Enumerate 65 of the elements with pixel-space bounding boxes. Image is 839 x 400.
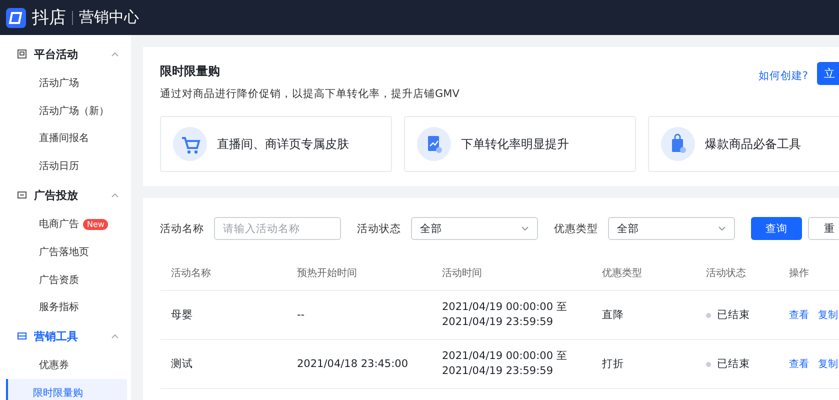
cart-icon [173,127,207,161]
table-cell-text: 测试 [171,357,194,371]
chevron-down-icon [718,226,726,232]
status-text: 已结束 [717,357,750,371]
logo-icon [6,8,26,28]
menu-item[interactable]: 优惠券 [39,358,69,372]
table-cell-text: 直降 [602,308,625,322]
chart-icon [417,127,451,161]
action-link[interactable]: 复制 [818,308,838,322]
collapse-icon [111,192,119,198]
feature-label: 爆款商品必备工具 [705,136,801,152]
filter-label: 活动状态 [357,222,401,236]
table-cell-text: 2021/04/19 00:00:00 至 [442,349,568,364]
filter-label: 优惠类型 [554,222,598,236]
menu-item[interactable]: 服务指标 [39,300,79,314]
menu-item[interactable]: 活动广场 [39,76,79,90]
column-header: 活动名称 [171,267,212,280]
feature-label: 下单转化率明显提升 [461,136,569,152]
help-link[interactable]: 如何创建? [758,69,808,83]
table-cell-text: 母婴 [171,308,194,322]
column-header: 优惠类型 [602,266,643,280]
logo-text: 抖店 [32,7,66,29]
menu-item[interactable]: 广告落地页 [39,244,89,259]
menu-item[interactable]: 活动日历 [39,159,79,174]
table-cell-text: 2021/04/18 23:45:00 [297,358,410,370]
section-icon [17,331,27,342]
collapse-icon [111,51,119,57]
new-badge: New [83,218,108,230]
menu-item[interactable]: 电商广告 [39,217,79,232]
table-cell-text: 2021/04/19 23:59:59 [442,315,554,330]
action-link[interactable]: 查看 [789,357,809,371]
input-field[interactable]: 请输入活动名称 [214,217,341,240]
query-button[interactable]: 查询 [751,217,802,240]
create-button[interactable]: 立 [817,62,839,85]
menu-item[interactable]: 广告资质 [39,272,79,287]
action-link[interactable]: 复制 [818,357,838,371]
menu-item[interactable]: 活动广场（新） [39,104,109,118]
menu-item[interactable]: 限时限量购 [6,379,127,400]
bag-icon [661,127,695,161]
menu-group[interactable]: 广告投放 [0,180,131,210]
column-header: 预热开始时间 [297,266,358,280]
section-title: 营销中心 [79,8,139,27]
page-title: 限时限量购 [160,63,221,80]
feature-label: 直播间、商详页专属皮肤 [217,136,349,152]
section-icon [17,49,27,59]
column-header: 操作 [789,267,810,280]
action-link[interactable]: 查看 [789,308,809,322]
section-icon [17,190,27,200]
status-text: 已结束 [717,308,750,322]
select-field[interactable]: 全部 [411,217,538,240]
select-field[interactable]: 全部 [608,217,735,240]
menu-item[interactable]: 直播间报名 [39,131,89,146]
chevron-down-icon [521,226,529,232]
collapse-icon [111,333,119,340]
table-cell-text: 2021/04/19 23:59:59 [442,364,554,379]
table-cell-text: 打折 [602,357,625,371]
column-header: 活动时间 [442,266,483,280]
table-cell-text: 2021/04/19 00:00:00 至 [442,300,568,315]
reset-button[interactable]: 重 [808,217,839,240]
menu-group[interactable]: 营销工具 [0,321,131,352]
page-description: 通过对商品进行降价促销，以提高下单转化率，提升店铺GMV [160,87,460,101]
menu-group[interactable]: 平台活动 [0,39,131,69]
column-header: 活动状态 [706,266,747,280]
filter-label: 活动名称 [160,222,204,236]
table-cell-text: -- [297,309,306,321]
